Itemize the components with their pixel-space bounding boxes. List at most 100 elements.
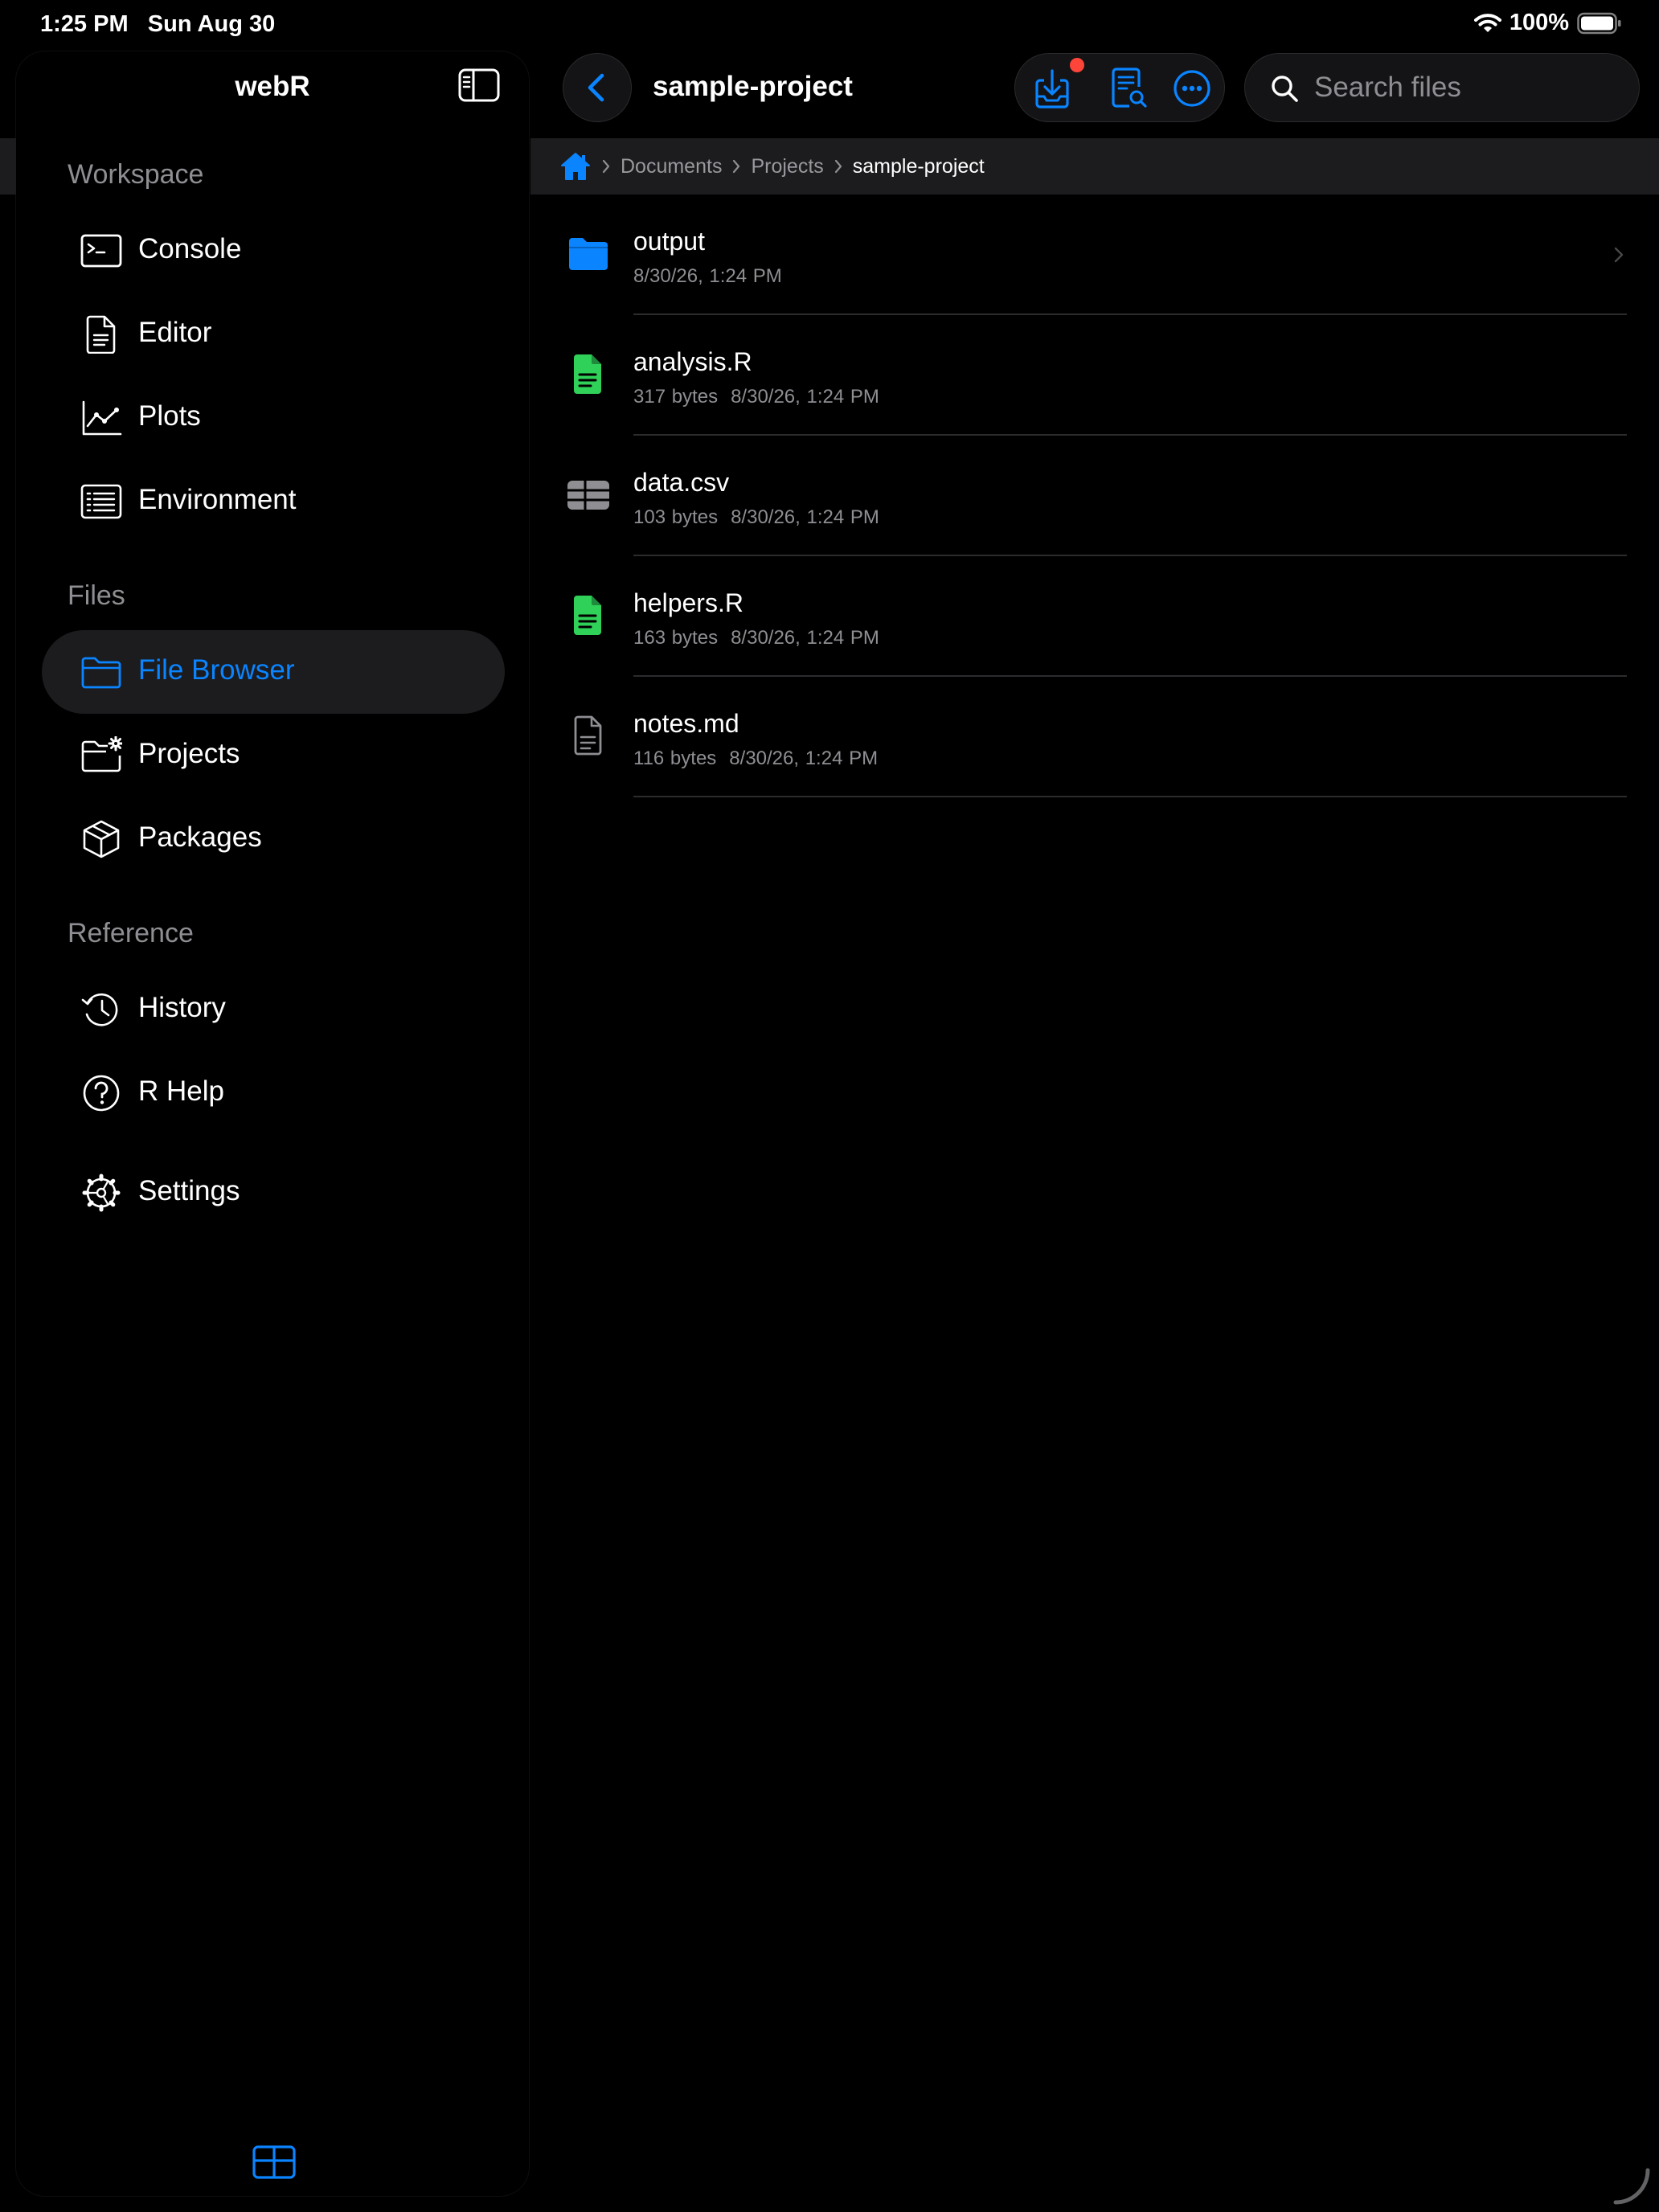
sidebar-item-plots[interactable]: Plots [42, 376, 505, 460]
sidebar-item-label: Environment [138, 484, 297, 515]
import-icon[interactable] [1031, 66, 1076, 111]
file-date: 8/30/26, 1:24 PM [731, 506, 879, 528]
file-size: 116 bytes [633, 748, 717, 769]
terminal-icon [80, 234, 122, 268]
sidebar-item-label: Editor [138, 317, 212, 348]
row-divider [633, 796, 1627, 797]
grid-layout-icon[interactable] [252, 2144, 296, 2180]
breadcrumb-documents[interactable]: Documents [621, 155, 722, 178]
status-date: Sun Aug 30 [147, 11, 276, 37]
folder-icon [81, 657, 121, 689]
file-row-helpers-r[interactable]: helpers.R 163 bytes 8/30/26, 1:24 PM [530, 556, 1659, 677]
sidebar-item-label: Packages [138, 821, 262, 853]
status-clock: 1:25 PM [40, 11, 129, 37]
sidebar: webR Workspace Console Editor Plots Envi… [16, 51, 529, 2196]
battery-percentage: 100% [1509, 10, 1569, 35]
sidebar-item-editor[interactable]: Editor [42, 293, 505, 376]
file-size: 317 bytes [633, 386, 719, 408]
file-name: data.csv [633, 468, 730, 497]
section-header-reference: Reference [68, 918, 194, 948]
r-script-icon [574, 596, 601, 635]
sidebar-item-label: Plots [138, 400, 201, 432]
file-date: 8/30/26, 1:24 PM [633, 265, 782, 287]
search-icon [1272, 76, 1298, 102]
back-button[interactable] [563, 53, 632, 122]
chevron-right-icon [834, 159, 842, 174]
breadcrumb: Documents Projects sample-project [530, 138, 1659, 195]
sidebar-item-environment[interactable]: Environment [42, 460, 505, 543]
file-name: helpers.R [633, 588, 743, 617]
r-script-icon [574, 354, 601, 394]
folder-gear-icon [81, 736, 122, 772]
file-meta: 317 bytes 8/30/26, 1:24 PM [633, 386, 879, 408]
section-header-files: Files [68, 580, 125, 611]
chevron-right-icon [1614, 247, 1624, 263]
sidebar-item-settings[interactable]: Settings [42, 1151, 505, 1235]
file-date: 8/30/26, 1:24 PM [729, 748, 879, 769]
sidebar-item-file-browser[interactable]: File Browser [42, 630, 505, 714]
list-icon [80, 484, 122, 519]
sidebar-item-label: History [138, 992, 226, 1023]
file-meta: 8/30/26, 1:24 PM [633, 265, 782, 288]
page-title: sample-project [653, 71, 853, 102]
status-time: 1:25 PM Sun Aug 30 [40, 11, 275, 38]
resize-handle-icon[interactable] [1611, 2165, 1653, 2207]
sidebar-item-console[interactable]: Console [42, 209, 505, 293]
more-icon[interactable] [1169, 66, 1215, 111]
file-row-output[interactable]: output 8/30/26, 1:24 PM [530, 195, 1659, 315]
document-search-icon[interactable] [1105, 66, 1150, 111]
file-name: output [633, 227, 705, 256]
file-list: output 8/30/26, 1:24 PM analysis.R 317 b… [530, 195, 1659, 797]
table-icon [567, 481, 609, 510]
sidebar-item-r-help[interactable]: R Help [42, 1051, 505, 1135]
sidebar-toggle-icon[interactable] [458, 68, 500, 103]
sidebar-item-history[interactable]: History [42, 968, 505, 1051]
search-box[interactable] [1244, 53, 1640, 122]
sidebar-item-label: Console [138, 233, 242, 264]
breadcrumb-current: sample-project [852, 154, 985, 178]
home-icon[interactable] [559, 151, 592, 182]
file-name: notes.md [633, 709, 739, 738]
chevron-right-icon [602, 159, 610, 174]
main-pane: sample-project Search files Documents Pr… [530, 51, 1659, 2212]
package-icon [83, 820, 120, 858]
app-title: webR [235, 71, 310, 102]
file-row-notes-md[interactable]: notes.md 116 bytes 8/30/26, 1:24 PM [530, 677, 1659, 797]
wifi-icon [1473, 13, 1501, 32]
sidebar-item-label: Projects [138, 738, 240, 769]
battery-icon [1577, 12, 1621, 34]
sidebar-item-label: R Help [138, 1075, 224, 1107]
history-icon [81, 993, 118, 1026]
file-date: 8/30/26, 1:24 PM [731, 386, 879, 408]
line-chart-icon [82, 400, 122, 436]
toolbar-actions [1014, 53, 1225, 122]
document-icon [574, 715, 602, 756]
sidebar-header: webR [16, 51, 529, 122]
notification-badge [1070, 58, 1084, 72]
sidebar-item-label: Settings [138, 1175, 240, 1206]
document-icon [86, 315, 116, 354]
file-meta: 103 bytes 8/30/26, 1:24 PM [633, 506, 879, 529]
file-row-analysis-r[interactable]: analysis.R 317 bytes 8/30/26, 1:24 PM [530, 315, 1659, 436]
sidebar-item-label: File Browser [138, 654, 295, 686]
file-meta: 163 bytes 8/30/26, 1:24 PM [633, 627, 879, 649]
file-name: analysis.R [633, 347, 752, 376]
help-icon [83, 1075, 120, 1112]
sidebar-item-packages[interactable]: Packages [42, 797, 505, 881]
gear-icon [82, 1174, 121, 1212]
file-row-data-csv[interactable]: data.csv 103 bytes 8/30/26, 1:24 PM [530, 436, 1659, 556]
chevron-right-icon [733, 159, 740, 174]
sidebar-item-projects[interactable]: Projects [42, 714, 505, 797]
section-header-workspace: Workspace [68, 159, 204, 190]
sidebar-edge-marker [0, 138, 16, 195]
status-bar: 1:25 PM Sun Aug 30 100% [0, 0, 1659, 51]
file-date: 8/30/26, 1:24 PM [731, 627, 879, 649]
breadcrumb-projects[interactable]: Projects [751, 155, 823, 178]
chevron-left-icon [588, 73, 604, 102]
file-size: 163 bytes [633, 627, 719, 649]
search-input[interactable] [1314, 62, 1620, 113]
file-meta: 116 bytes 8/30/26, 1:24 PM [633, 748, 878, 770]
status-indicators: 100% [1473, 10, 1622, 36]
file-size: 103 bytes [633, 506, 719, 528]
folder-icon [569, 238, 608, 270]
